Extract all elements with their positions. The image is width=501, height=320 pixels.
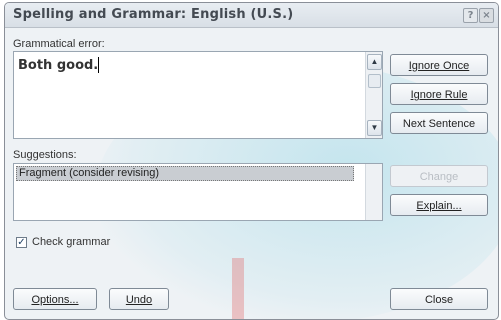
close-window-button[interactable]: × <box>479 8 494 23</box>
close-button[interactable]: Close <box>390 288 488 310</box>
undo-button[interactable]: Undo <box>109 288 169 310</box>
explain-label: Explain... <box>416 200 462 212</box>
spelling-grammar-dialog: Spelling and Grammar: English (U.S.) ? ×… <box>4 2 499 320</box>
title-bar: Spelling and Grammar: English (U.S.) ? × <box>5 3 498 28</box>
scroll-thumb[interactable] <box>368 74 381 88</box>
next-sentence-button[interactable]: Next Sentence <box>390 112 488 134</box>
close-label: Close <box>424 294 454 306</box>
change-label: Change <box>419 171 459 183</box>
undo-label: Undo <box>125 294 153 306</box>
check-grammar-label: Check grammar <box>32 236 111 248</box>
background-watermark-bar <box>232 258 244 319</box>
ignore-once-button[interactable]: Ignore Once <box>390 54 488 76</box>
ignore-rule-label: Ignore Rule <box>410 89 468 101</box>
text-caret <box>98 57 99 73</box>
list-item[interactable]: Fragment (consider revising) <box>16 166 354 181</box>
explain-button[interactable]: Explain... <box>390 194 488 216</box>
grammatical-error-textbox[interactable]: Both good. ▲ ▼ <box>13 51 383 139</box>
scroll-up-icon[interactable]: ▲ <box>367 54 382 70</box>
error-sentence-text: Both good. <box>18 58 99 73</box>
help-button[interactable]: ? <box>463 8 478 23</box>
suggestions-list[interactable]: Fragment (consider revising) <box>13 163 383 221</box>
window-title: Spelling and Grammar: English (U.S.) <box>13 7 294 22</box>
check-grammar-checkbox[interactable]: ✓ <box>16 237 27 248</box>
scroll-down-icon[interactable]: ▼ <box>367 120 382 136</box>
ignore-rule-button[interactable]: Ignore Rule <box>390 83 488 105</box>
options-button[interactable]: Options... <box>13 288 97 310</box>
next-sentence-label: Next Sentence <box>402 118 476 130</box>
error-scrollbar[interactable]: ▲ ▼ <box>365 52 382 138</box>
options-label: Options... <box>31 294 79 306</box>
grammatical-error-label: Grammatical error: <box>13 38 105 50</box>
suggestions-label: Suggestions: <box>13 149 77 161</box>
suggestions-scrollbar[interactable] <box>365 164 382 220</box>
ignore-once-label: Ignore Once <box>408 60 470 72</box>
change-button[interactable]: Change <box>390 165 488 187</box>
